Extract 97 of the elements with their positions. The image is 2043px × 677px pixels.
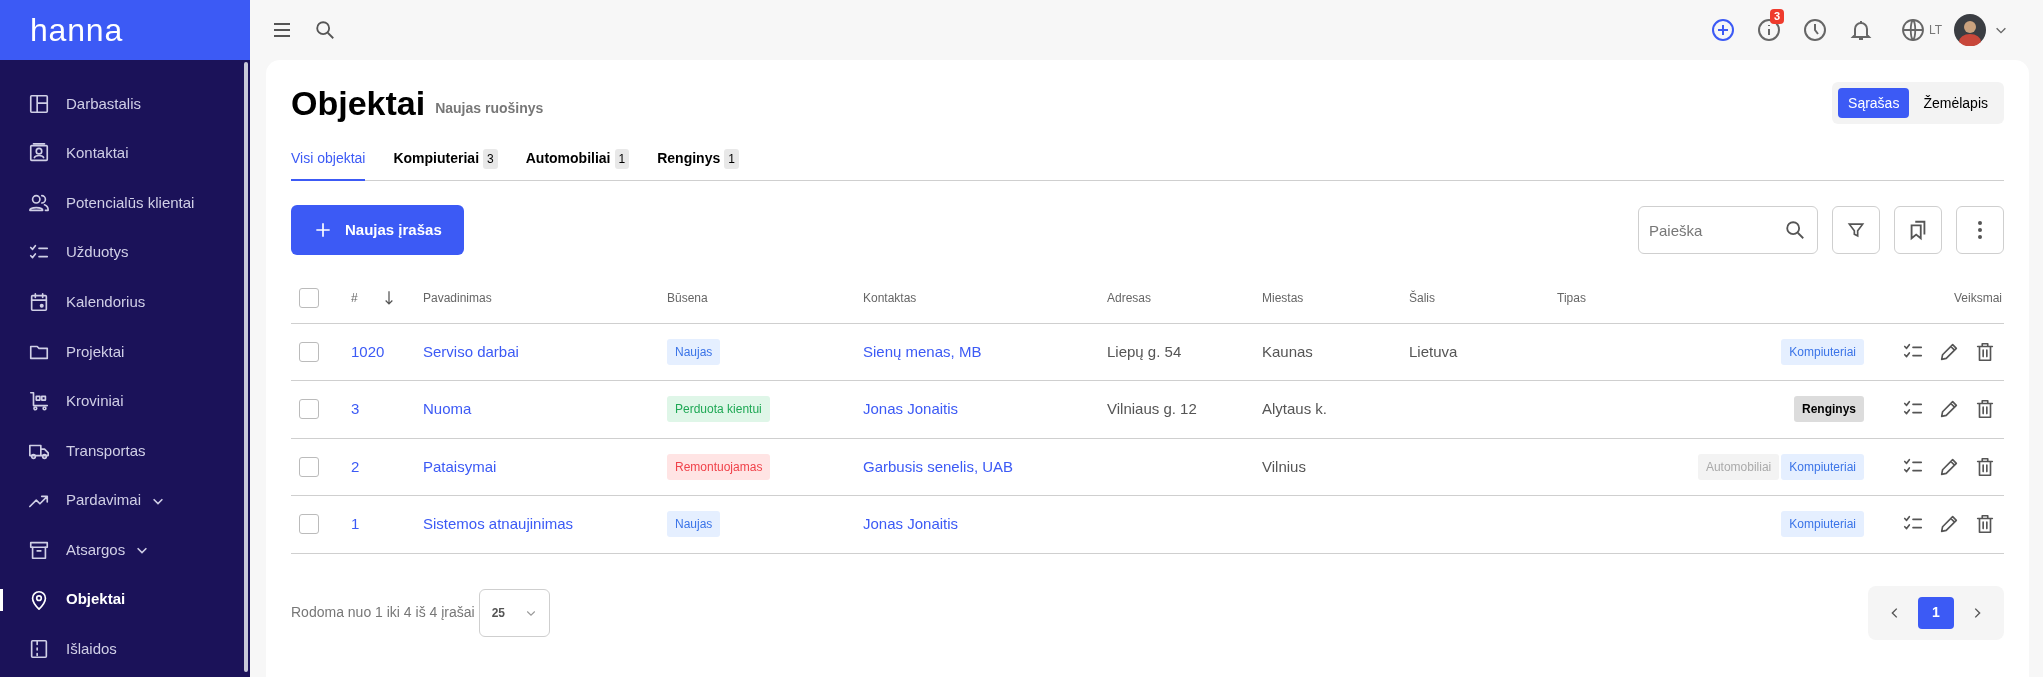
record-name-link[interactable]: Pataisymai — [423, 457, 497, 475]
status-badge: Naujas — [667, 338, 721, 365]
calendar-icon — [28, 291, 50, 314]
sidebar-item[interactable]: Darbastalis — [0, 79, 250, 129]
sidebar-item[interactable]: Kroviniai — [0, 376, 250, 427]
add-icon[interactable] — [1710, 18, 1735, 42]
sidebar-item[interactable]: Išlaidos — [0, 624, 250, 675]
tab[interactable]: Renginys 1 — [657, 148, 739, 181]
sidebar-item[interactable]: Atsargos — [0, 525, 250, 575]
archive-icon — [28, 539, 50, 562]
globe-icon[interactable] — [1900, 18, 1925, 42]
type-tag: Kompiuteriai — [1781, 511, 1864, 538]
info-icon[interactable] — [1756, 18, 1781, 42]
plus-icon — [313, 220, 333, 240]
trash-icon[interactable] — [1974, 340, 1996, 363]
layout-icon — [28, 92, 50, 115]
cart-icon — [28, 390, 50, 413]
records-summary: Rodoma nuo 1 iki 4 iš 4 įrašai — [291, 603, 475, 622]
tab-count: 3 — [483, 148, 498, 169]
search-icon[interactable] — [314, 19, 336, 41]
language-label[interactable]: LT — [1928, 21, 1942, 39]
tab[interactable]: Kompiuteriai 3 — [393, 148, 498, 181]
page-button[interactable]: 1 — [1918, 596, 1954, 629]
sort-arrow-icon[interactable] — [383, 288, 394, 307]
record-id-link[interactable]: 1020 — [351, 342, 385, 360]
sidebar-item[interactable]: Kalendorius — [0, 277, 250, 327]
column-header[interactable]: Šalis — [1409, 290, 1435, 305]
contact-link[interactable]: Jonas Jonaitis — [863, 515, 959, 532]
city-text: Vilnius — [1262, 457, 1306, 475]
new-record-button[interactable]: Naujas įrašas — [291, 205, 464, 255]
tab[interactable]: Visi objektai — [291, 148, 366, 181]
users-icon — [28, 192, 50, 214]
sidebar-item[interactable]: Kontaktai — [0, 128, 250, 179]
trash-icon[interactable] — [1974, 513, 1996, 536]
status-badge: Remontuojamas — [667, 453, 771, 480]
record-name-link[interactable]: Sistemos atnaujinimas — [423, 515, 574, 532]
column-header[interactable]: Kontaktas — [863, 290, 917, 305]
trash-icon[interactable] — [1974, 398, 1996, 421]
notification-badge: 3 — [1769, 9, 1784, 24]
column-header[interactable]: Tipas — [1557, 290, 1586, 305]
clock-icon[interactable] — [1802, 18, 1827, 42]
record-id-link[interactable]: 1 — [351, 515, 360, 532]
type-tag: Kompiuteriai — [1781, 453, 1864, 480]
type-tag: Kompiuteriai — [1781, 338, 1864, 365]
sidebar-item[interactable]: Objektai — [0, 574, 250, 625]
filter-button[interactable] — [1832, 206, 1880, 254]
contact-link[interactable]: Garbusis senelis, UAB — [863, 457, 1014, 475]
type-tag: Automobiliai — [1697, 453, 1780, 480]
contact-link[interactable]: Jonas Jonaitis — [863, 400, 959, 417]
city-text: Alytaus k. — [1262, 400, 1328, 417]
address-text: Liepų g. 54 — [1107, 342, 1182, 360]
sidebar-item[interactable]: Užduotys — [0, 227, 250, 278]
column-header[interactable]: Būsena — [667, 290, 708, 305]
bell-icon[interactable] — [1848, 18, 1873, 42]
sidebar-item[interactable]: Pardavimai — [0, 475, 250, 526]
tab[interactable]: Automobiliai 1 — [525, 148, 630, 181]
page-size-select[interactable]: 25 — [478, 588, 550, 637]
type-tag: Renginys — [1794, 396, 1864, 423]
sidebar-item[interactable]: Projektai — [0, 326, 250, 377]
sidebar-item[interactable]: Transportas — [0, 426, 250, 476]
column-header[interactable]: Pavadinimas — [423, 290, 492, 305]
page-title: Objektai — [291, 86, 426, 120]
record-name-link[interactable]: Nuoma — [423, 400, 472, 417]
country-text: Lietuva — [1409, 342, 1458, 360]
tab-count: 1 — [724, 148, 739, 169]
checkbox[interactable] — [299, 399, 319, 420]
record-name-link[interactable]: Serviso darbai — [423, 342, 519, 360]
view-tab[interactable]: Sąrašas — [1838, 88, 1910, 118]
address-text: Vilniaus g. 12 — [1107, 400, 1197, 417]
document-icon — [28, 638, 50, 661]
logo[interactable]: hanna — [30, 14, 123, 46]
view-tab[interactable]: Žemėlapis — [1913, 88, 1998, 118]
column-header[interactable]: Miestas — [1262, 290, 1304, 305]
avatar-icon[interactable] — [1954, 14, 1986, 46]
sidebar-item[interactable]: Potencialūs klientai — [0, 178, 250, 228]
column-header[interactable]: Adresas — [1107, 290, 1152, 305]
search-icon[interactable] — [1784, 219, 1806, 241]
trash-icon[interactable] — [1974, 455, 1996, 478]
column-header[interactable]: # — [351, 288, 358, 307]
contact-link[interactable]: Sienų menas, MB — [863, 342, 982, 360]
status-badge: Perduota kientui — [667, 396, 770, 423]
city-text: Kaunas — [1262, 342, 1313, 360]
record-id-link[interactable]: 3 — [351, 400, 360, 417]
checkbox[interactable] — [299, 287, 319, 308]
page-subtitle: Naujas ruošinys — [435, 98, 544, 118]
more-icon — [1978, 221, 1982, 239]
status-badge: Naujas — [667, 511, 721, 538]
checkbox[interactable] — [299, 456, 319, 477]
scrollbar[interactable] — [244, 62, 248, 672]
checkbox[interactable] — [299, 341, 319, 362]
filter-icon — [1846, 220, 1866, 240]
column-header[interactable]: Veiksmai — [1953, 290, 2002, 305]
bookmarks-button[interactable] — [1894, 206, 1942, 254]
record-id-link[interactable]: 2 — [351, 457, 360, 475]
search-field[interactable]: Paieška — [1638, 206, 1818, 254]
checkbox[interactable] — [299, 514, 319, 535]
tab-count: 1 — [614, 148, 630, 169]
